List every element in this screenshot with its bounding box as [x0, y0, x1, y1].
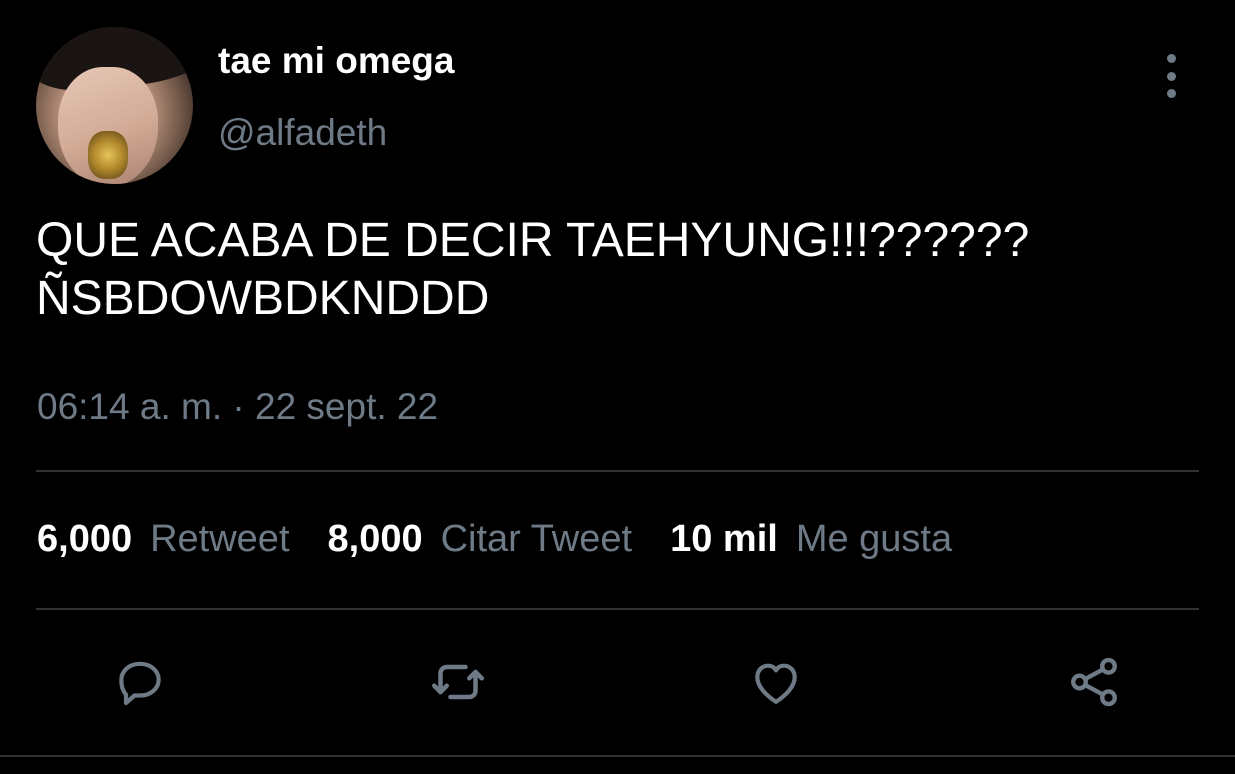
tweet-text-line: ÑSBDOWBDKNDDD [36, 272, 490, 325]
tweet-text: QUE ACABA DE DECIR TAEHYUNG!!!?????? ÑSB… [36, 212, 1216, 328]
divider [36, 470, 1199, 472]
avatar-accessory [88, 131, 128, 179]
retweet-stat[interactable]: 6,000 Retweet [37, 518, 290, 561]
share-button[interactable] [1064, 652, 1124, 712]
like-label: Me gusta [795, 518, 953, 560]
display-name[interactable]: tae mi omega [218, 40, 454, 82]
quote-count: 8,000 [327, 518, 423, 560]
retweet-icon [432, 664, 484, 700]
more-dot [1166, 54, 1176, 63]
share-icon [1071, 657, 1117, 707]
user-handle[interactable]: @alfadeth [218, 112, 387, 154]
tweet-timestamp[interactable]: 06:14 a. m. · 22 sept. 22 [37, 386, 438, 428]
heart-icon [755, 663, 797, 704]
engagement-stats: 6,000 Retweet 8,000 Citar Tweet 10 mil M… [37, 518, 990, 561]
more-dot [1166, 71, 1176, 81]
like-stat[interactable]: 10 mil Me gusta [670, 518, 952, 561]
tweet-text-line: QUE ACABA DE DECIR TAEHYUNG!!!?????? [36, 214, 1030, 267]
more-dot [1166, 89, 1176, 98]
reply-icon [119, 661, 161, 706]
quote-label: Citar Tweet [440, 518, 633, 560]
more-options-icon[interactable] [1155, 54, 1187, 98]
reply-button[interactable] [110, 652, 170, 712]
retweet-label: Retweet [150, 518, 290, 560]
quote-stat[interactable]: 8,000 Citar Tweet [328, 518, 633, 561]
retweet-button[interactable] [428, 652, 488, 712]
bottom-divider [0, 755, 1235, 757]
tweet-detail: tae mi omega @alfadeth QUE ACABA DE DECI… [0, 0, 1235, 774]
like-button[interactable] [746, 652, 806, 712]
like-count: 10 mil [670, 518, 778, 560]
divider [36, 608, 1199, 610]
retweet-count: 6,000 [37, 518, 133, 560]
avatar[interactable] [36, 27, 193, 184]
